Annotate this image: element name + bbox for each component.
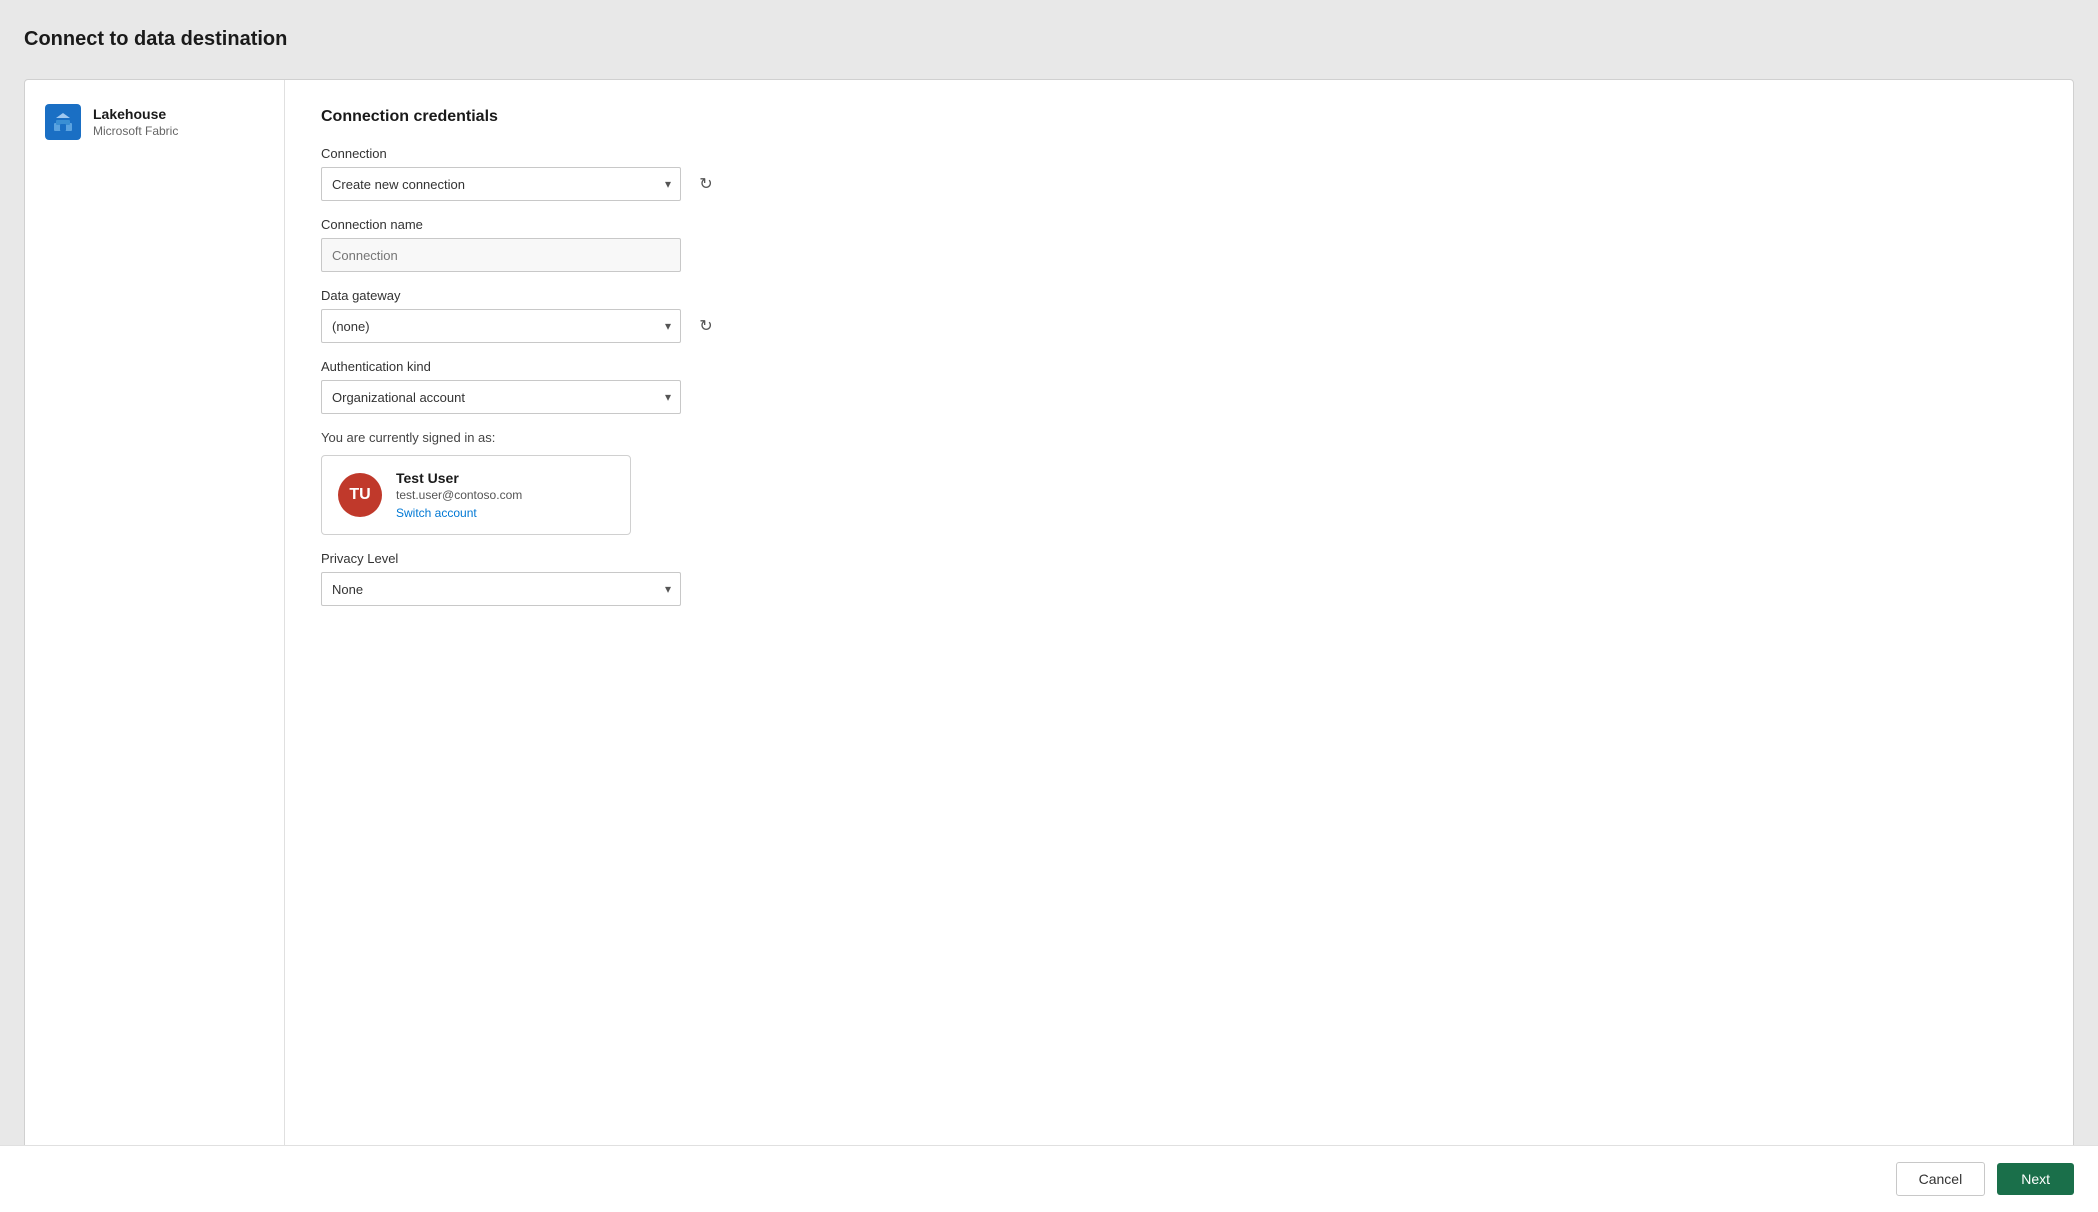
connection-refresh-icon: ↻	[699, 174, 712, 194]
connection-name-group: Connection name	[321, 217, 2037, 272]
connection-label: Connection	[321, 146, 2037, 161]
footer-bar: Cancel Next	[0, 1145, 2098, 1212]
main-card: Lakehouse Microsoft Fabric Connection cr…	[24, 79, 2074, 1192]
user-email: test.user@contoso.com	[396, 488, 522, 502]
privacy-level-label: Privacy Level	[321, 551, 2037, 566]
data-gateway-select[interactable]: (none)	[321, 309, 681, 343]
auth-kind-select-wrapper: Organizational account ▾	[321, 380, 681, 414]
right-panel: Connection credentials Connection Create…	[285, 80, 2073, 1191]
connection-refresh-button[interactable]: ↻	[691, 169, 721, 199]
privacy-level-group: Privacy Level None Public Organizational…	[321, 551, 2037, 606]
data-gateway-select-wrapper: (none) ▾	[321, 309, 681, 343]
connection-name-label: Connection name	[321, 217, 2037, 232]
connection-row: Create new connection ▾ ↻	[321, 167, 2037, 201]
auth-kind-label: Authentication kind	[321, 359, 2037, 374]
data-gateway-label: Data gateway	[321, 288, 2037, 303]
source-name: Lakehouse	[93, 106, 178, 122]
next-button[interactable]: Next	[1997, 1163, 2074, 1195]
section-title: Connection credentials	[321, 108, 2037, 126]
auth-kind-group: Authentication kind Organizational accou…	[321, 359, 2037, 414]
signed-in-group: You are currently signed in as: TU Test …	[321, 430, 2037, 535]
source-info: Lakehouse Microsoft Fabric	[93, 106, 178, 138]
data-gateway-row: (none) ▾ ↻	[321, 309, 2037, 343]
privacy-level-select[interactable]: None Public Organizational Private	[321, 572, 681, 606]
source-subtitle: Microsoft Fabric	[93, 124, 178, 138]
switch-account-link[interactable]: Switch account	[396, 506, 522, 520]
data-gateway-refresh-button[interactable]: ↻	[691, 311, 721, 341]
connection-select[interactable]: Create new connection	[321, 167, 681, 201]
signed-in-label: You are currently signed in as:	[321, 430, 2037, 445]
connection-group: Connection Create new connection ▾ ↻	[321, 146, 2037, 201]
data-gateway-group: Data gateway (none) ▾ ↻	[321, 288, 2037, 343]
user-card: TU Test User test.user@contoso.com Switc…	[321, 455, 631, 535]
page-title: Connect to data destination	[24, 20, 2074, 59]
connection-select-wrapper: Create new connection ▾	[321, 167, 681, 201]
source-icon	[45, 104, 81, 140]
data-gateway-refresh-icon: ↻	[699, 316, 712, 336]
connection-name-input[interactable]	[321, 238, 681, 272]
user-info: Test User test.user@contoso.com Switch a…	[396, 470, 522, 520]
user-name: Test User	[396, 470, 522, 486]
avatar: TU	[338, 473, 382, 517]
privacy-level-select-wrapper: None Public Organizational Private ▾	[321, 572, 681, 606]
left-panel: Lakehouse Microsoft Fabric	[25, 80, 285, 1191]
cancel-button[interactable]: Cancel	[1896, 1162, 1986, 1196]
source-item: Lakehouse Microsoft Fabric	[45, 104, 178, 140]
auth-kind-select[interactable]: Organizational account	[321, 380, 681, 414]
